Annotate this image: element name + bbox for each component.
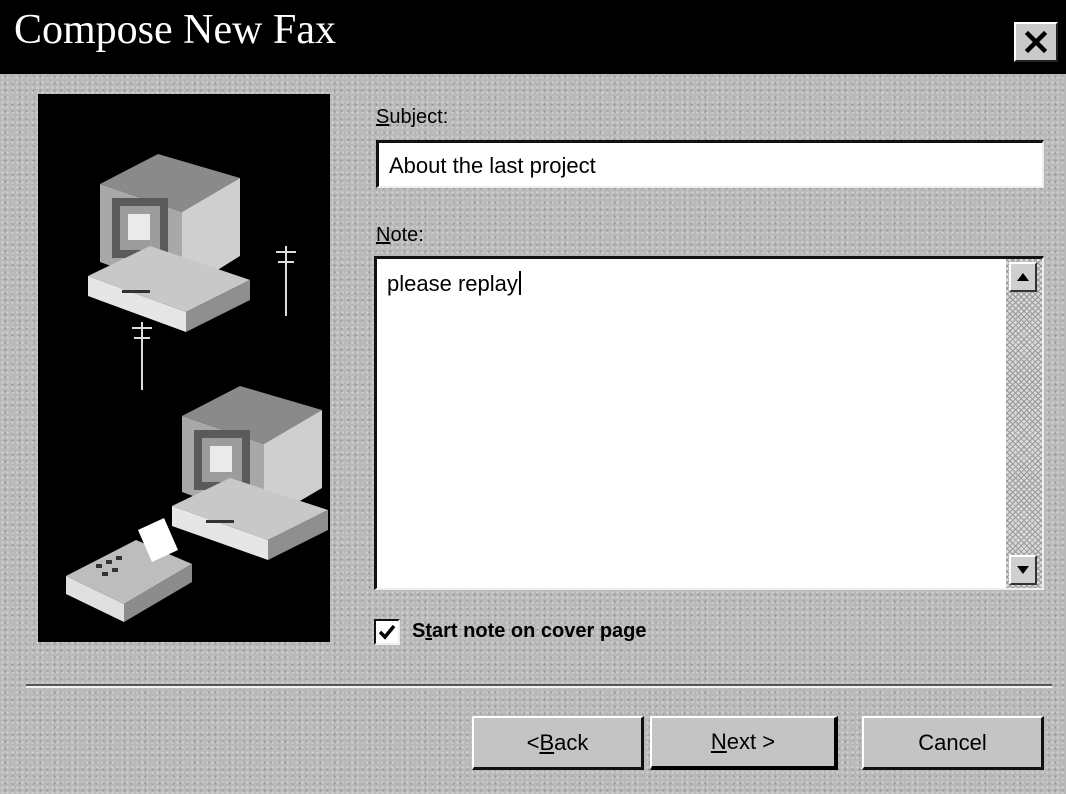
wizard-illustration [38, 94, 330, 642]
subject-input[interactable]: About the last project [376, 140, 1044, 188]
subject-value: About the last project [389, 153, 596, 178]
cancel-button[interactable]: Cancel [862, 716, 1044, 770]
note-value: please replay [387, 271, 521, 297]
close-button[interactable] [1014, 22, 1058, 62]
title-bar: Compose New Fax [0, 0, 1066, 74]
cover-page-checkbox[interactable] [374, 619, 400, 645]
scroll-up-arrow-icon [1017, 273, 1029, 281]
checkmark-icon [378, 624, 396, 640]
computer-icon [88, 154, 250, 332]
cover-page-label[interactable]: Start note on cover page [412, 620, 647, 643]
text-caret [518, 271, 521, 295]
note-label: Note: [376, 224, 424, 246]
back-button[interactable]: < Back [472, 716, 644, 770]
scroll-up-button[interactable] [1009, 262, 1037, 292]
next-button[interactable]: Next > [650, 716, 838, 770]
separator-line [26, 684, 1052, 688]
scroll-down-arrow-icon [1017, 566, 1029, 574]
window-title: Compose New Fax [14, 7, 336, 53]
note-textarea[interactable]: please replay [374, 256, 1044, 590]
subject-label: Subject: [376, 106, 449, 128]
scroll-down-button[interactable] [1009, 555, 1037, 585]
vertical-scrollbar[interactable] [1006, 259, 1042, 588]
fax-machine-icon [66, 518, 192, 622]
close-icon [1024, 30, 1048, 54]
computer-icon [172, 386, 328, 560]
